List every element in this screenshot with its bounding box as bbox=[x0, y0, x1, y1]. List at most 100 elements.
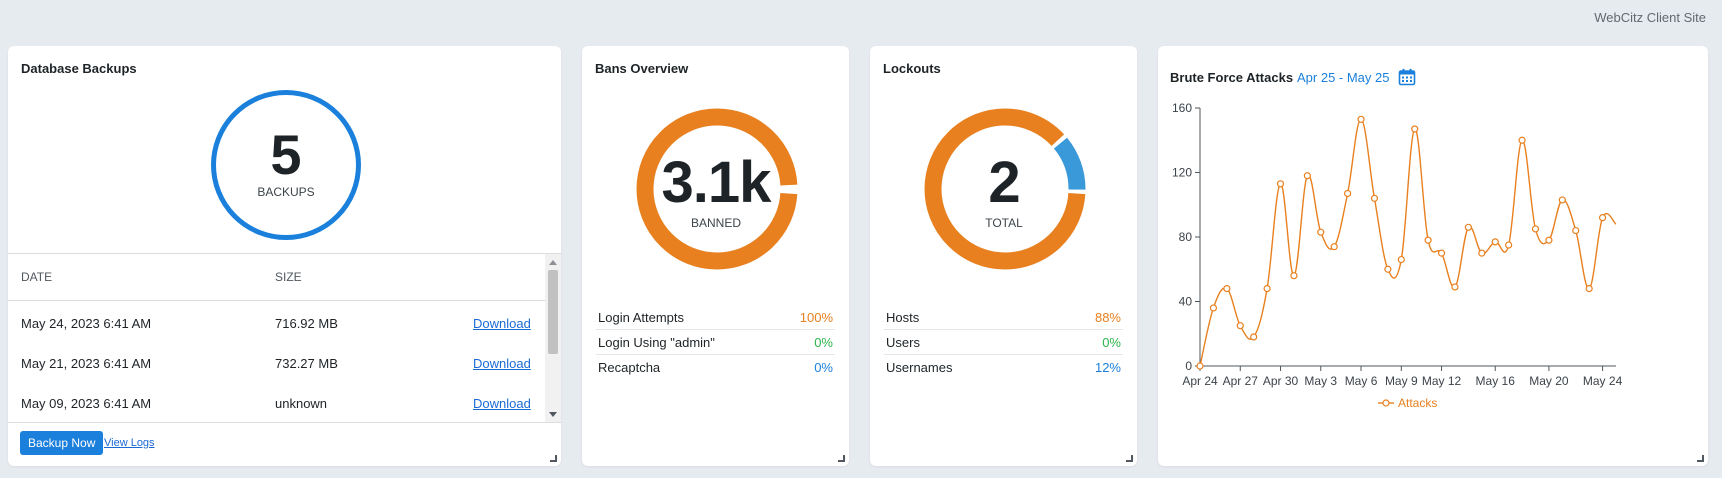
y-tick-label: 80 bbox=[1179, 230, 1193, 244]
download-link[interactable]: Download bbox=[473, 316, 531, 331]
table-row: May 24, 2023 6:41 AM 716.92 MB Download bbox=[8, 302, 545, 346]
backup-date: May 21, 2023 6:41 AM bbox=[21, 356, 152, 371]
resize-handle-icon[interactable] bbox=[550, 455, 557, 462]
data-point[interactable] bbox=[1437, 249, 1446, 257]
column-date: DATE bbox=[21, 270, 53, 284]
stat-label: Login Attempts bbox=[598, 310, 684, 325]
data-point[interactable] bbox=[1209, 304, 1218, 312]
calendar-icon[interactable] bbox=[1398, 68, 1416, 86]
stat-row: Login Using "admin" 0% bbox=[596, 330, 835, 355]
backup-size: unknown bbox=[275, 396, 328, 411]
table-header: DATE SIZE bbox=[8, 254, 545, 301]
lockouts-total-label: TOTAL bbox=[985, 216, 1023, 230]
scroll-down-arrow-icon[interactable] bbox=[549, 412, 557, 417]
stat-label: Login Using "admin" bbox=[598, 335, 715, 350]
legend-marker-icon bbox=[1382, 399, 1390, 407]
backup-date: May 24, 2023 6:41 AM bbox=[21, 316, 152, 331]
x-tick-label: May 12 bbox=[1422, 374, 1462, 388]
x-tick-label: May 6 bbox=[1345, 374, 1378, 388]
lockouts-stat-list: Hosts 88% Users 0% Usernames 12% bbox=[884, 305, 1123, 380]
site-name: WebCitz Client Site bbox=[1594, 10, 1706, 25]
data-point[interactable] bbox=[1384, 265, 1392, 273]
y-tick-label: 40 bbox=[1179, 295, 1193, 309]
view-logs-link[interactable]: View Logs bbox=[104, 437, 155, 449]
resize-handle-icon[interactable] bbox=[1697, 455, 1704, 462]
legend-label[interactable]: Attacks bbox=[1398, 396, 1437, 410]
backup-count-label: BACKUPS bbox=[257, 185, 315, 199]
resize-handle-icon[interactable] bbox=[1126, 455, 1133, 462]
download-link[interactable]: Download bbox=[473, 396, 531, 411]
date-range-picker[interactable]: Apr 25 - May 25 bbox=[1297, 70, 1390, 85]
stat-row: Hosts 88% bbox=[884, 305, 1123, 330]
y-tick-label: 160 bbox=[1172, 101, 1192, 115]
data-point[interactable] bbox=[1250, 333, 1258, 341]
backup-size: 716.92 MB bbox=[275, 316, 338, 331]
stat-value: 12% bbox=[1094, 360, 1121, 375]
table-scrollbar[interactable] bbox=[545, 254, 561, 422]
backup-date: May 09, 2023 6:41 AM bbox=[21, 396, 152, 411]
card-title: Lockouts bbox=[883, 61, 941, 76]
brute-force-attacks-card: Brute Force Attacks Apr 25 - May 25 0 40 8… bbox=[1158, 46, 1708, 466]
x-tick-label: Apr 27 bbox=[1223, 374, 1259, 388]
data-point[interactable] bbox=[1451, 283, 1459, 291]
data-point[interactable] bbox=[1397, 255, 1405, 264]
stat-label: Users bbox=[886, 335, 920, 350]
stat-value: 0% bbox=[814, 360, 833, 375]
y-tick-label: 120 bbox=[1172, 166, 1192, 180]
data-point[interactable] bbox=[1303, 172, 1311, 180]
y-tick-label: 0 bbox=[1185, 359, 1192, 373]
stat-value: 0% bbox=[814, 335, 833, 350]
data-point[interactable] bbox=[1290, 272, 1298, 280]
data-point[interactable] bbox=[1478, 249, 1486, 257]
stat-value: 88% bbox=[1094, 310, 1121, 325]
data-point[interactable] bbox=[1491, 238, 1499, 246]
bans-overview-card: Bans Overview 3.1k BANNED Login Attempts… bbox=[582, 46, 849, 466]
stat-row: Recaptcha 0% bbox=[596, 355, 835, 380]
bans-stat-list: Login Attempts 100% Login Using "admin" … bbox=[596, 305, 835, 380]
database-backups-card: Database Backups 5 BACKUPS DATE SIZE May… bbox=[8, 46, 561, 466]
data-point[interactable] bbox=[1585, 285, 1593, 293]
data-point[interactable] bbox=[1263, 285, 1271, 293]
stat-value: 0% bbox=[1102, 335, 1121, 350]
x-tick-label: May 16 bbox=[1476, 374, 1516, 388]
data-point[interactable] bbox=[1411, 125, 1419, 133]
data-point[interactable] bbox=[1236, 322, 1244, 330]
data-point[interactable] bbox=[1357, 115, 1365, 123]
backup-table: DATE SIZE May 24, 2023 6:41 AM 716.92 MB… bbox=[8, 253, 561, 422]
scroll-up-arrow-icon[interactable] bbox=[549, 260, 557, 265]
x-tick-label: May 20 bbox=[1529, 374, 1569, 388]
stat-row: Usernames 12% bbox=[884, 355, 1123, 380]
scroll-thumb[interactable] bbox=[548, 270, 558, 354]
data-point[interactable] bbox=[1518, 136, 1526, 144]
data-point[interactable] bbox=[1223, 285, 1231, 293]
data-point[interactable] bbox=[1370, 194, 1379, 202]
series-line-attacks bbox=[1199, 118, 1617, 367]
bans-total-value: 3.1k bbox=[661, 150, 772, 215]
x-tick-label: Apr 24 bbox=[1182, 374, 1218, 388]
data-point[interactable] bbox=[1317, 228, 1325, 236]
table-row: May 21, 2023 6:41 AM 732.27 MB Download bbox=[8, 342, 545, 386]
data-point[interactable] bbox=[1531, 225, 1540, 233]
data-point[interactable] bbox=[1196, 362, 1204, 370]
data-point[interactable] bbox=[1330, 243, 1338, 251]
data-point[interactable] bbox=[1505, 241, 1513, 249]
data-point[interactable] bbox=[1572, 226, 1580, 235]
data-point[interactable] bbox=[1598, 214, 1607, 222]
data-point[interactable] bbox=[1545, 236, 1553, 244]
data-point[interactable] bbox=[1558, 196, 1566, 204]
x-tick-label: Apr 30 bbox=[1263, 374, 1299, 388]
chart-header: Brute Force Attacks bbox=[1170, 70, 1293, 85]
resize-handle-icon[interactable] bbox=[838, 455, 845, 462]
column-size: SIZE bbox=[275, 270, 302, 284]
chart-title: Brute Force Attacks bbox=[1170, 70, 1294, 85]
x-tick-label: May 9 bbox=[1385, 374, 1418, 388]
backup-now-button[interactable]: Backup Now bbox=[20, 431, 104, 455]
data-point[interactable] bbox=[1464, 223, 1472, 231]
data-point[interactable] bbox=[1344, 189, 1352, 198]
backup-size: 732.27 MB bbox=[275, 356, 338, 371]
download-link[interactable]: Download bbox=[473, 356, 531, 371]
data-point[interactable] bbox=[1424, 236, 1432, 244]
data-point[interactable] bbox=[1276, 180, 1285, 188]
lockouts-card: Lockouts 2 TOTAL Hosts 88% Users 0% User… bbox=[870, 46, 1137, 466]
table-row: May 09, 2023 6:41 AM unknown Download bbox=[8, 382, 545, 422]
